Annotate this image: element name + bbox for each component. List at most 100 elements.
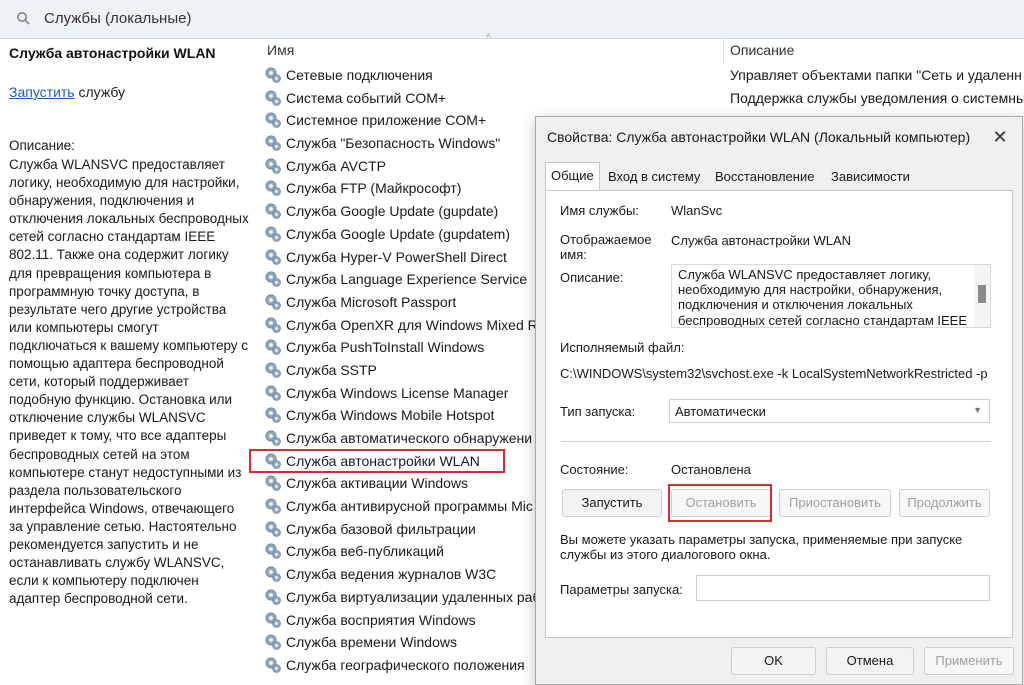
service-gear-icon (264, 656, 282, 674)
service-gear-icon (264, 633, 282, 651)
dialog-tabs: Общие Вход в систему Восстановление Зави… (545, 162, 1013, 191)
description-value: Служба WLANSVC предоставляет логику, нео… (678, 267, 968, 328)
start-service-link[interactable]: Запустить (9, 84, 75, 100)
service-gear-icon (264, 225, 282, 243)
services-icon (17, 12, 30, 25)
service-name: Служба Language Experience Service (286, 271, 528, 288)
resume-button[interactable]: Продолжить (899, 489, 990, 517)
divider (561, 441, 991, 442)
service-description: Поддержка службы уведомления о системны (730, 89, 1024, 106)
console-title: Службы (локальные) (44, 10, 192, 27)
service-name: Служба "Безопасность Windows" (286, 135, 501, 152)
service-name: Служба базовой фильтрации (286, 520, 476, 537)
service-gear-icon (264, 520, 282, 538)
service-name: Служба восприятия Windows (286, 611, 476, 628)
service-row[interactable]: Система событий COM+ Поддержка службы уве… (253, 87, 1024, 110)
service-gear-icon (264, 384, 282, 402)
service-name: Служба виртуализации удаленных раб (286, 588, 538, 605)
service-name: Служба географического положения (286, 656, 525, 673)
service-gear-icon (264, 316, 282, 334)
service-gear-icon (264, 542, 282, 560)
display-name-label: Отображаемое имя: (560, 232, 652, 262)
service-gear-icon (264, 361, 282, 379)
service-gear-icon (264, 429, 282, 447)
pause-button[interactable]: Приостановить (779, 489, 891, 517)
startup-type-select[interactable]: Автоматически ▼ (669, 399, 990, 423)
service-gear-icon (264, 293, 282, 311)
service-name: Служба PushToInstall Windows (286, 339, 485, 356)
service-description-text: Служба WLANSVC предоставляет логику, нео… (9, 157, 249, 607)
close-icon[interactable]: ✕ (988, 125, 1012, 149)
service-name-label: Имя службы: (560, 203, 639, 218)
console-header: Службы (локальные) (0, 0, 1024, 39)
params-hint: Вы можете указать параметры запуска, при… (560, 532, 963, 562)
service-gear-icon (264, 66, 282, 84)
cancel-button[interactable]: Отмена (826, 647, 914, 675)
service-gear-icon (264, 202, 282, 220)
start-params-input[interactable] (696, 575, 990, 601)
service-row[interactable]: Сетевые подключения Управляет объектами п… (253, 64, 1024, 87)
service-gear-icon (264, 157, 282, 175)
sort-indicator-icon: ^ (486, 33, 491, 44)
display-name-value: Служба автонастройки WLAN (671, 233, 852, 248)
service-gear-icon (264, 179, 282, 197)
selected-row-highlight (249, 448, 505, 473)
description-scrollbar[interactable] (974, 265, 990, 327)
apply-button[interactable]: Применить (924, 647, 1014, 675)
description-heading: Описание: (9, 138, 75, 153)
service-name: Служба Microsoft Passport (286, 293, 457, 310)
tab-logon[interactable]: Вход в систему (603, 164, 705, 189)
service-name: Служба Google Update (gupdate) (286, 203, 499, 220)
service-name: Служба Windows License Manager (286, 384, 509, 401)
service-gear-icon (264, 565, 282, 583)
service-gear-icon (264, 338, 282, 356)
start-button[interactable]: Запустить (562, 489, 662, 517)
description-label: Описание: (560, 270, 624, 285)
service-gear-icon (264, 89, 282, 107)
properties-dialog: Свойства: Служба автонастройки WLAN (Лок… (535, 116, 1023, 685)
tab-dependencies[interactable]: Зависимости (826, 164, 915, 189)
exe-label: Исполняемый файл: (560, 340, 685, 355)
service-gear-icon (264, 270, 282, 288)
tab-recovery[interactable]: Восстановление (710, 164, 819, 189)
tab-general[interactable]: Общие (545, 162, 600, 191)
service-name: Служба автоматического обнаружени (286, 430, 533, 446)
stop-button-highlight (668, 484, 772, 522)
service-name: Служба FTP (Майкрософт) (286, 180, 462, 197)
column-header-name[interactable]: Имя (267, 42, 294, 58)
service-gear-icon (264, 611, 282, 629)
start-service-line: Запустить службу (9, 84, 125, 100)
service-name: Система событий COM+ (286, 89, 447, 106)
service-name-value: WlanSvc (671, 203, 723, 218)
column-divider[interactable] (723, 39, 724, 63)
start-service-suffix: службу (74, 84, 126, 100)
status-label: Состояние: (560, 462, 629, 477)
selected-service-title: Служба автонастройки WLAN (9, 45, 216, 61)
chevron-down-icon: ▼ (973, 405, 982, 415)
service-description: Управляет объектами папки "Сеть и удален… (730, 67, 1022, 83)
service-gear-icon (264, 406, 282, 424)
ok-button[interactable]: OK (731, 647, 816, 675)
service-name: Системное приложение COM+ (286, 112, 487, 129)
exe-path: C:\WINDOWS\system32\svchost.exe -k Local… (560, 366, 988, 381)
startup-type-value: Автоматически (675, 404, 766, 419)
startup-type-label: Тип запуска: (560, 404, 636, 419)
service-name: Служба антивирусной программы Mic (286, 498, 533, 515)
service-gear-icon (264, 134, 282, 152)
service-gear-icon (264, 474, 282, 492)
service-name: Служба AVCTP (286, 157, 386, 174)
service-name: Служба Google Update (gupdatem) (286, 225, 510, 242)
service-gear-icon (264, 497, 282, 515)
service-name: Служба времени Windows (286, 634, 457, 651)
general-tab-panel: Имя службы: WlanSvc Отображаемое имя: Сл… (545, 190, 1013, 638)
service-name: Служба Windows Mobile Hotspot (286, 407, 495, 424)
service-gear-icon (264, 248, 282, 266)
description-box[interactable]: Служба WLANSVC предоставляет логику, нео… (671, 264, 991, 328)
service-name: Служба веб-публикаций (286, 543, 444, 560)
extended-info-pane: Служба автонастройки WLAN Запустить служ… (0, 39, 252, 683)
service-name: Служба SSTP (286, 361, 377, 378)
status-value: Остановлена (671, 462, 751, 477)
service-name: Служба Hyper-V PowerShell Direct (286, 248, 507, 265)
column-header-description[interactable]: Описание (730, 42, 794, 58)
scrollbar-thumb[interactable] (978, 285, 986, 303)
